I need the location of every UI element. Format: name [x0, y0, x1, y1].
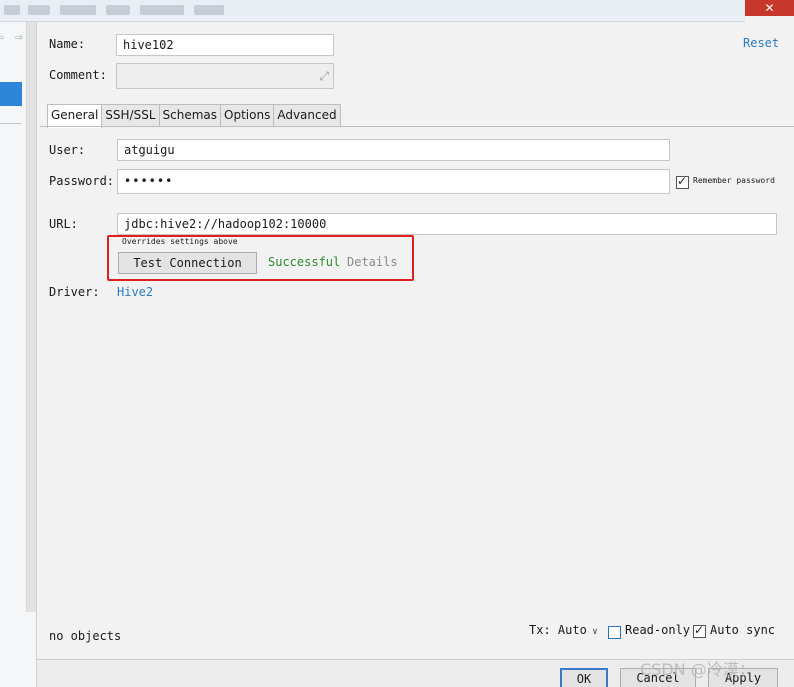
- no-objects-label: no objects: [49, 629, 122, 643]
- url-label: URL:: [49, 217, 78, 231]
- driver-label: Driver:: [49, 285, 100, 299]
- expand-icon[interactable]: ⤢: [319, 66, 329, 86]
- comment-label: Comment:: [49, 68, 107, 82]
- read-only-checkbox[interactable]: [608, 626, 621, 639]
- window-close-button[interactable]: ✕: [745, 0, 794, 16]
- remember-password-checkbox[interactable]: ✓: [676, 174, 689, 189]
- password-input[interactable]: ••••••: [117, 169, 670, 194]
- password-label: Password:: [49, 174, 115, 188]
- tree-divider: [0, 123, 22, 124]
- selected-datasource-item[interactable]: [0, 82, 22, 106]
- chevron-down-icon: ∨: [586, 627, 598, 637]
- tab-divider: [40, 126, 794, 127]
- auto-sync-checkbox[interactable]: ✓: [693, 623, 706, 638]
- menu-bar: [0, 0, 745, 22]
- user-label: User:: [49, 143, 86, 157]
- reset-link[interactable]: Reset: [743, 36, 779, 50]
- name-label: Name:: [49, 37, 86, 51]
- tx-mode-value: Tx: Auto: [529, 623, 587, 637]
- watermark: CSDN @冷漠；: [640, 660, 755, 679]
- connection-status: Successful: [268, 255, 341, 269]
- test-connection-button[interactable]: Test Connection: [118, 252, 257, 274]
- checkmark-icon: ✓: [677, 174, 688, 188]
- name-input[interactable]: hive102: [116, 34, 334, 56]
- tab-schemas[interactable]: Schemas: [158, 104, 222, 127]
- tab-ssh-ssl[interactable]: SSH/SSL: [101, 104, 160, 127]
- details-link[interactable]: Details: [347, 255, 398, 269]
- ok-button[interactable]: OK: [560, 668, 608, 687]
- tree-scrollbar[interactable]: [26, 22, 36, 612]
- datasource-tree-panel: ⇦ ⇨: [0, 22, 37, 687]
- settings-tabs: General SSH/SSL Schemas Options Advanced: [47, 104, 341, 128]
- driver-link[interactable]: Hive2: [117, 285, 153, 299]
- checkmark-icon: ✓: [694, 623, 705, 637]
- remember-password-label: Remember password: [693, 176, 775, 185]
- forward-arrow-icon[interactable]: ⇨: [15, 30, 23, 45]
- tab-general[interactable]: General: [47, 104, 103, 128]
- user-input[interactable]: atguigu: [117, 139, 670, 161]
- tab-options[interactable]: Options: [220, 104, 275, 127]
- tab-advanced[interactable]: Advanced: [273, 104, 341, 127]
- tx-mode-select[interactable]: Tx: Auto ∨: [529, 623, 598, 637]
- comment-input[interactable]: ⤢: [116, 63, 334, 89]
- url-input[interactable]: jdbc:hive2://hadoop102:10000: [117, 213, 777, 235]
- read-only-label: Read-only: [625, 623, 691, 637]
- back-arrow-icon[interactable]: ⇦: [0, 30, 4, 45]
- auto-sync-label: Auto sync: [710, 623, 776, 637]
- close-icon: ✕: [764, 1, 775, 15]
